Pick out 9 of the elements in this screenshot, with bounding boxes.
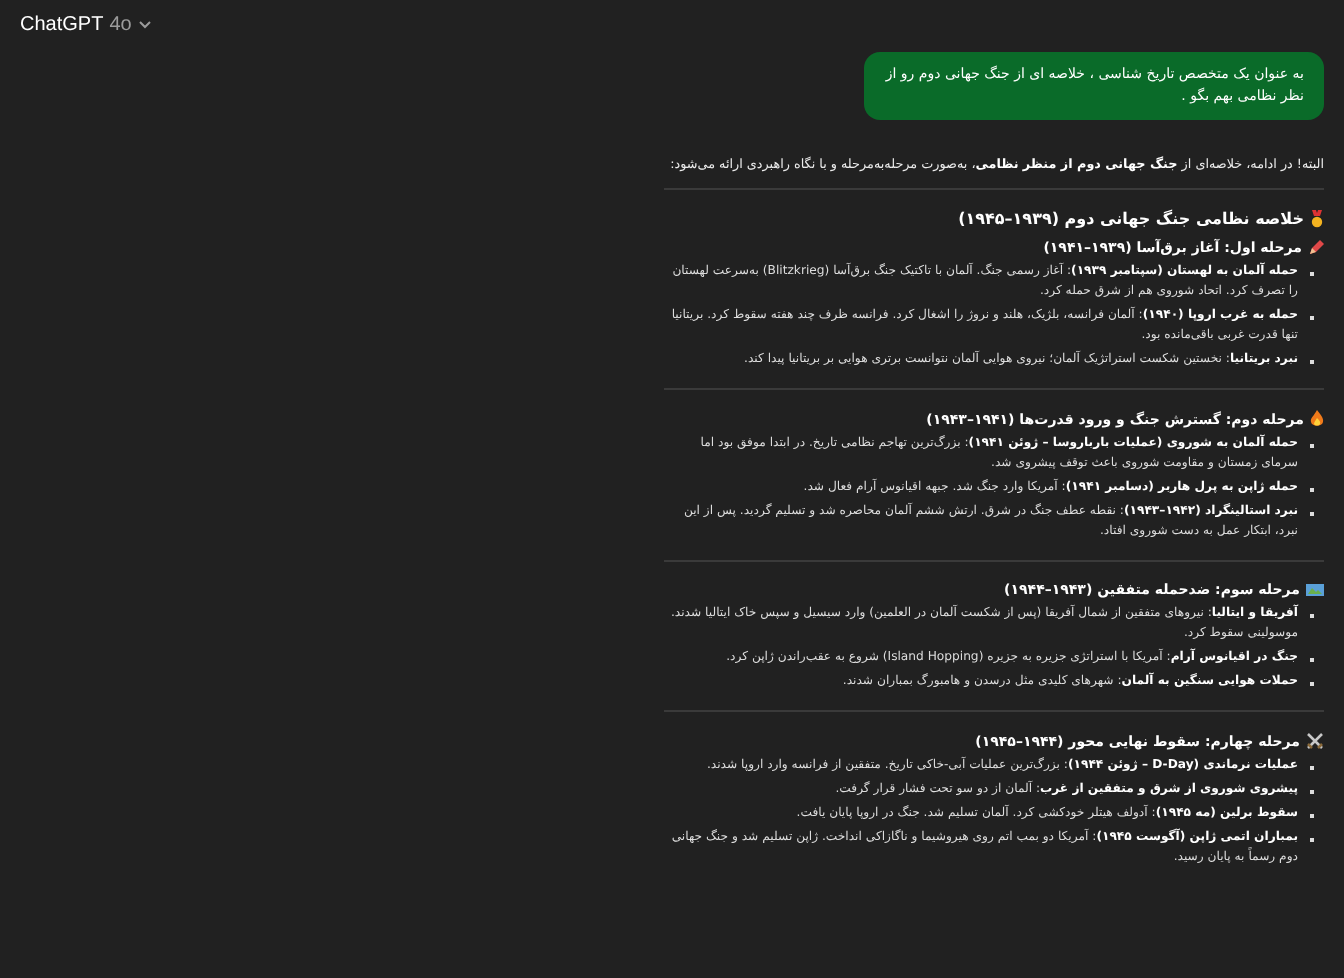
reply-heading: خلاصه نظامی جنگ جهانی دوم (۱۹۳۹–۱۹۴۵)	[958, 210, 1304, 228]
map-icon	[1306, 582, 1324, 598]
model-selector[interactable]: 4o	[109, 14, 132, 36]
pencil-icon	[1308, 240, 1324, 256]
fire-icon	[1310, 410, 1324, 428]
chevron-down-icon[interactable]	[137, 20, 152, 30]
medal-icon	[1310, 210, 1324, 228]
crossed-swords-icon	[1306, 732, 1324, 750]
app-title: ChatGPT	[20, 14, 104, 36]
